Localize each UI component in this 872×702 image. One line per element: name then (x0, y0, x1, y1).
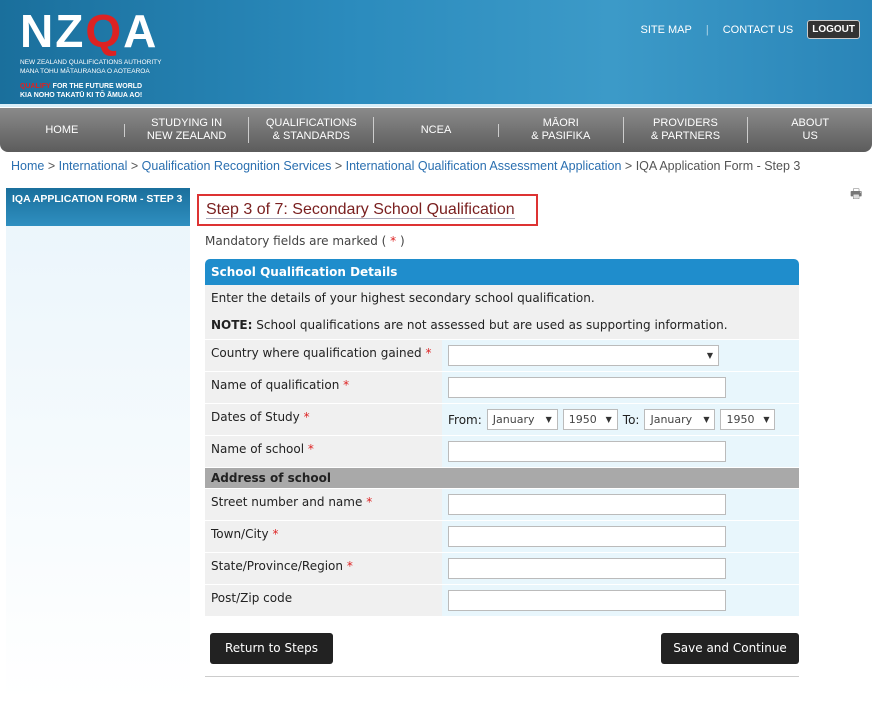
street-input[interactable] (448, 494, 726, 515)
post-row: Post/Zip code (205, 585, 799, 616)
nav-item[interactable]: MĀORI & PASIFIKA (499, 117, 624, 143)
dates-row: Dates of Study * From: January ▼ 1950 ▼ To… (205, 404, 799, 435)
logout-button[interactable]: LOGOUT (807, 20, 860, 39)
qualification-name-input[interactable] (448, 377, 726, 398)
main-nav: HOME STUDYING IN NEW ZEALAND QUALIFICATION… (0, 108, 872, 152)
to-year-select[interactable]: 1950 ▼ (720, 409, 776, 430)
breadcrumb-separator: > (331, 159, 346, 173)
breadcrumb-separator: > (127, 159, 142, 173)
return-to-steps-button[interactable]: Return to Steps (210, 633, 333, 664)
tagline2: KIA NOHO TAKATŪ KI TŌ ĀMUA AO! (20, 92, 143, 99)
print-icon[interactable]: 🖶 (850, 185, 862, 207)
mandatory-note: Mandatory fields are marked ( * ) (205, 234, 405, 248)
street-row: Street number and name * (205, 489, 799, 520)
nav-item[interactable]: PROVIDERS & PARTNERS (624, 117, 749, 143)
site-map-link[interactable]: SITE MAP (641, 24, 692, 36)
divider (205, 676, 799, 677)
school-name-input[interactable] (448, 441, 726, 462)
logo-text: NZQA (20, 5, 159, 57)
qualification-row: Name of qualification * (205, 372, 799, 403)
state-input[interactable] (448, 558, 726, 579)
nav-item[interactable]: NCEA (374, 123, 499, 137)
logo-line1: NEW ZEALAND QUALIFICATIONS AUTHORITY (20, 59, 162, 66)
school-qualification-panel: School Qualification Details Enter the d… (205, 259, 799, 616)
breadcrumb-link[interactable]: International Qualification Assessment A… (346, 159, 622, 173)
breadcrumb-link[interactable]: Home (11, 159, 44, 173)
nav-item[interactable]: HOME (0, 123, 125, 137)
country-row: Country where qualification gained * ▼ (205, 340, 799, 371)
dropdown-arrow-icon: ▼ (706, 351, 713, 360)
logo-line2: MANA TOHU MĀTAURANGA O AOTEAROA (20, 68, 150, 75)
nav-item[interactable]: ABOUT US (748, 117, 872, 143)
page-title: Step 3 of 7: Secondary School Qualificat… (197, 194, 538, 226)
sidebar: IQA APPLICATION FORM - STEP 3 (6, 188, 190, 702)
address-header: Address of school (205, 468, 799, 488)
nav-item[interactable]: STUDYING IN NEW ZEALAND (125, 117, 250, 143)
state-row: State/Province/Region * (205, 553, 799, 584)
breadcrumb-current: IQA Application Form - Step 3 (635, 159, 801, 173)
school-name-row: Name of school * (205, 436, 799, 467)
postcode-input[interactable] (448, 590, 726, 611)
sidebar-title: IQA APPLICATION FORM - STEP 3 (6, 188, 190, 226)
note-text: NOTE: School qualifications are not asse… (205, 312, 799, 339)
tagline: QUALIFY FOR THE FUTURE WORLD (20, 83, 143, 90)
panel-title: School Qualification Details (205, 259, 799, 285)
contact-us-link[interactable]: CONTACT US (723, 24, 794, 36)
site-header: NZQA NEW ZEALAND QUALIFICATIONS AUTHORIT… (0, 0, 872, 107)
town-row: Town/City * (205, 521, 799, 552)
breadcrumb-separator: > (44, 159, 59, 173)
breadcrumb: Home > International > Qualification Rec… (11, 159, 800, 173)
country-select[interactable]: ▼ (448, 345, 719, 366)
to-month-select[interactable]: January ▼ (644, 409, 716, 430)
town-input[interactable] (448, 526, 726, 547)
from-month-select[interactable]: January ▼ (486, 409, 558, 430)
from-year-select[interactable]: 1950 ▼ (562, 409, 618, 430)
intro-text: Enter the details of your highest second… (205, 285, 799, 312)
breadcrumb-separator: > (621, 159, 636, 173)
save-continue-button[interactable]: Save and Continue (661, 633, 799, 664)
breadcrumb-link[interactable]: Qualification Recognition Services (142, 159, 332, 173)
nzqa-logo[interactable]: NZQA NEW ZEALAND QUALIFICATIONS AUTHORIT… (20, 4, 161, 100)
breadcrumb-link[interactable]: International (59, 159, 128, 173)
nav-item[interactable]: QUALIFICATIONS & STANDARDS (249, 117, 375, 143)
